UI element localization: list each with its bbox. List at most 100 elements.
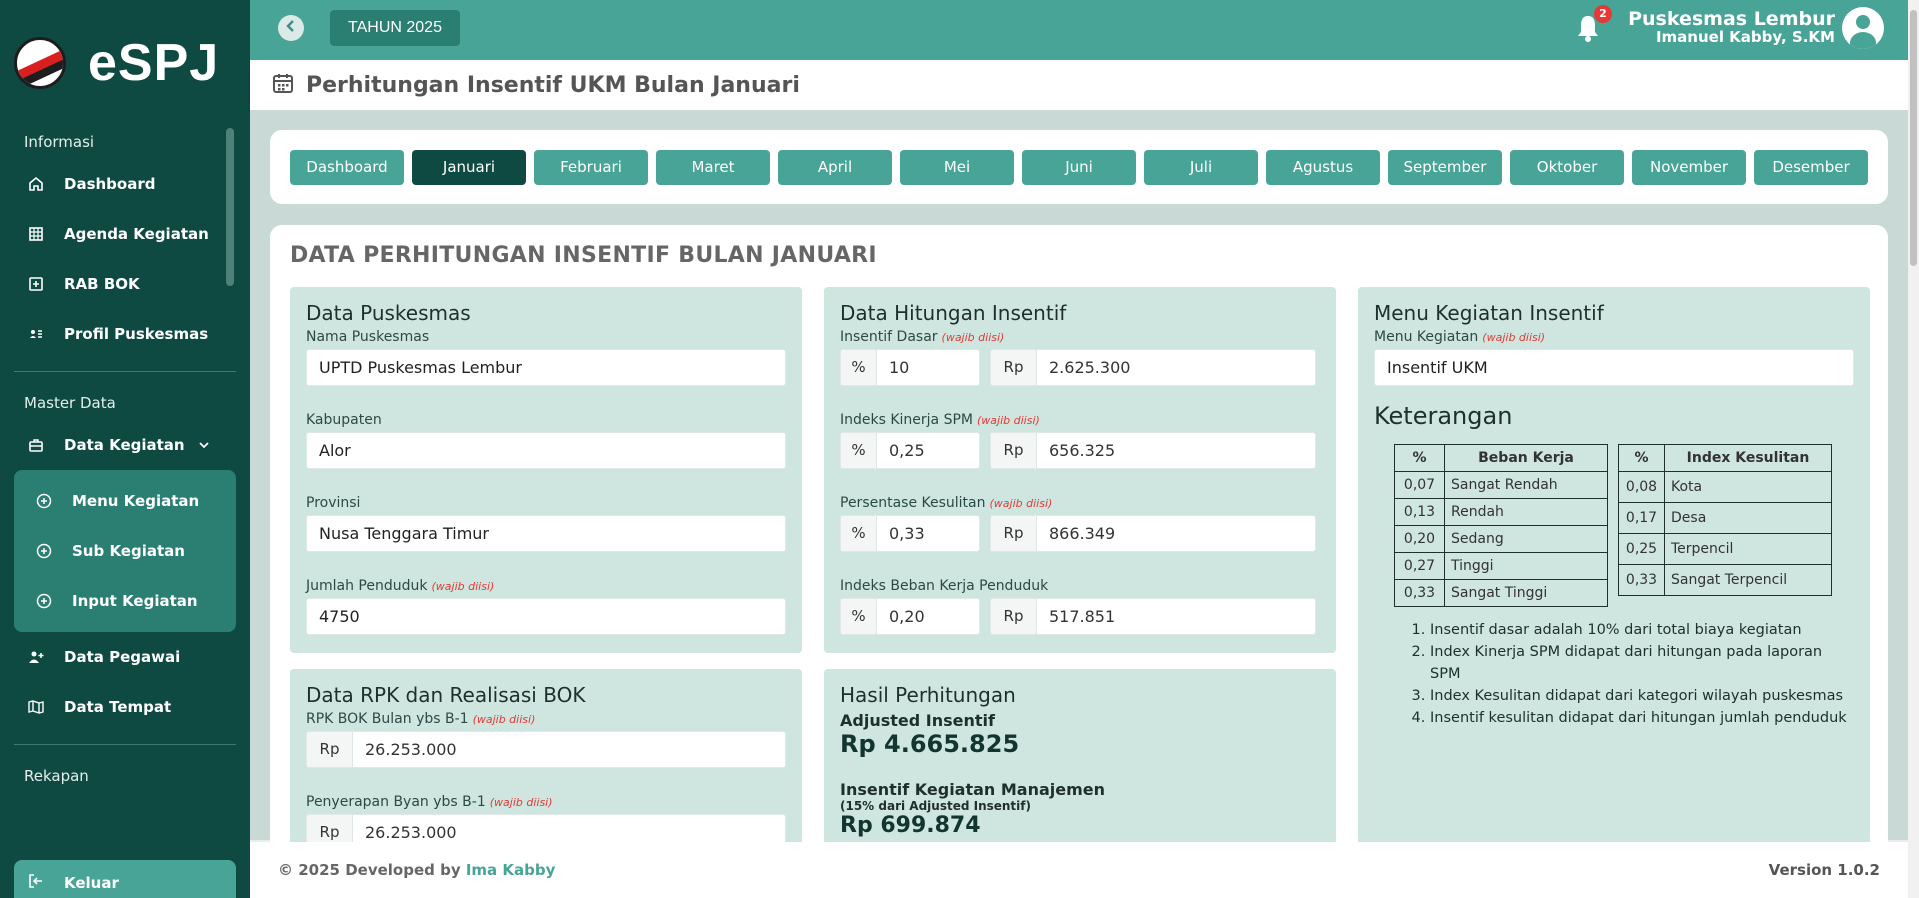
sidebar-item-profil[interactable]: Profil Puskesmas: [0, 309, 250, 359]
sidebar-item-data-pegawai[interactable]: Data Pegawai: [0, 632, 250, 682]
plus-circle-icon: [36, 593, 52, 609]
insentif-dasar-rp-group: Rp 2.625.300: [990, 349, 1316, 386]
month-tabs: Dashboard Januari Februari Maret April M…: [270, 130, 1888, 204]
insentif-manajemen-label: Insentif Kegiatan Manajemen: [840, 780, 1106, 799]
field-label: Indeks Beban Kerja Penduduk: [840, 578, 1049, 594]
field-label-text: Persentase Kesulitan: [840, 495, 986, 511]
tab-maret[interactable]: Maret: [656, 150, 770, 185]
list-item: Insentif kesulitan didapat dari hitungan…: [1430, 707, 1854, 729]
sidebar-item-dashboard[interactable]: Dashboard: [0, 159, 250, 209]
toggle-sidebar-button[interactable]: [278, 15, 304, 41]
table-header: Index Kesulitan: [1664, 444, 1832, 472]
profile-info[interactable]: Puskesmas Lembur Imanuel Kabby, S.KM: [1628, 8, 1835, 46]
beban-kerja-rp-field[interactable]: 517.851: [1036, 598, 1316, 635]
tab-oktober[interactable]: Oktober: [1510, 150, 1624, 185]
kabupaten-field[interactable]: Alor: [306, 432, 786, 469]
grid-icon: [28, 226, 44, 242]
id-card-icon: [28, 326, 44, 342]
scrollbar-thumb[interactable]: [1910, 10, 1917, 266]
table-row: 0,13 Rendah: [1394, 498, 1608, 526]
user-name: Imanuel Kabby, S.KM: [1655, 28, 1835, 46]
field-label: Provinsi: [306, 495, 361, 511]
app-name: eSPJ: [88, 33, 220, 92]
tab-november[interactable]: November: [1632, 150, 1746, 185]
rupiah-addon: Rp: [990, 432, 1036, 469]
tab-september[interactable]: September: [1388, 150, 1502, 185]
keterangan-notes: Insentif dasar adalah 10% dari total bia…: [1430, 619, 1854, 729]
indeks-kinerja-pct-input[interactable]: 0,25: [876, 432, 980, 469]
logout-button[interactable]: Keluar: [14, 860, 236, 898]
table-cell: 0,33: [1618, 564, 1665, 596]
kesulitan-pct-input[interactable]: 0,33: [876, 515, 980, 552]
insentif-dasar-rp-field[interactable]: 2.625.300: [1036, 349, 1316, 386]
table-header: Beban Kerja: [1444, 444, 1608, 472]
tab-mei[interactable]: Mei: [900, 150, 1014, 185]
rpk-bok-input[interactable]: 26.253.000: [352, 731, 786, 768]
panel-menu-kegiatan: Menu Kegiatan Insentif Menu Kegiatan (waj…: [1358, 287, 1870, 867]
table-row: 0,27 Tinggi: [1394, 552, 1608, 580]
tab-agustus[interactable]: Agustus: [1266, 150, 1380, 185]
field-label-text: Indeks Kinerja SPM: [840, 412, 973, 428]
menu-kegiatan-select[interactable]: Insentif UKM: [1374, 349, 1854, 386]
table-row: 0,33 Sangat Terpencil: [1618, 564, 1832, 596]
nama-puskesmas-field[interactable]: UPTD Puskesmas Lembur: [306, 349, 786, 386]
sidebar-scrollbar[interactable]: [226, 128, 234, 286]
calendar-icon: [272, 72, 294, 98]
footer: © 2025 Developed by Ima Kabby Version 1.…: [250, 842, 1908, 898]
required-tag: (wajib diisi): [489, 796, 553, 809]
page-scrollbar[interactable]: [1908, 0, 1919, 898]
author-link[interactable]: Ima Kabby: [466, 861, 556, 879]
sidebar-item-rab-bok[interactable]: RAB BOK: [0, 259, 250, 309]
table-cell: 0,08: [1618, 471, 1665, 503]
tab-januari[interactable]: Januari: [412, 150, 526, 185]
sidebar-divider: [14, 371, 236, 372]
provinsi-field[interactable]: Nusa Tenggara Timur: [306, 515, 786, 552]
percent-addon: %: [840, 349, 876, 386]
user-icon: [1856, 15, 1870, 29]
tab-februari[interactable]: Februari: [534, 150, 648, 185]
table-cell: Sedang: [1444, 525, 1608, 553]
adjusted-insentif-label: Adjusted Insentif: [840, 711, 995, 730]
required-tag: (wajib diisi): [1482, 331, 1546, 344]
table-cell: 0,20: [1394, 525, 1445, 553]
tab-juli[interactable]: Juli: [1144, 150, 1258, 185]
tab-dashboard[interactable]: Dashboard: [290, 150, 404, 185]
chevron-left-icon: [286, 20, 296, 36]
field-label-text: Menu Kegiatan: [1374, 329, 1479, 345]
table-row: 0,33 Sangat Tinggi: [1394, 579, 1608, 607]
calculation-card: DATA PERHITUNGAN INSENTIF BULAN JANUARI …: [270, 225, 1888, 869]
table-cell: Terpencil: [1664, 533, 1832, 565]
panel-hasil-perhitungan: Hasil Perhitungan Adjusted Insentif Rp 4…: [824, 669, 1336, 869]
sidebar-item-agenda[interactable]: Agenda Kegiatan: [0, 209, 250, 259]
insentif-dasar-pct-input[interactable]: 10: [876, 349, 980, 386]
table-cell: 0,33: [1394, 579, 1445, 607]
briefcase-icon: [28, 437, 44, 453]
jumlah-penduduk-field[interactable]: 4750: [306, 598, 786, 635]
insentif-manajemen-value: Rp 699.874: [840, 813, 981, 838]
year-badge[interactable]: TAHUN 2025: [330, 10, 460, 46]
chevron-down-icon: [198, 438, 209, 452]
avatar[interactable]: [1842, 7, 1884, 49]
indeks-kinerja-rp-field[interactable]: 656.325: [1036, 432, 1316, 469]
beban-kerja-pct-input[interactable]: 0,20: [876, 598, 980, 635]
sidebar-item-data-kegiatan[interactable]: Data Kegiatan: [0, 420, 250, 470]
sidebar-item-input-kegiatan[interactable]: Input Kegiatan: [14, 576, 236, 626]
required-tag: (wajib diisi): [989, 497, 1053, 510]
tab-april[interactable]: April: [778, 150, 892, 185]
insentif-dasar-row: % 10 Rp 2.625.300: [840, 349, 1320, 386]
tab-desember[interactable]: Desember: [1754, 150, 1868, 185]
tab-juni[interactable]: Juni: [1022, 150, 1136, 185]
keterangan-title: Keterangan: [1374, 402, 1513, 430]
sidebar-item-menu-kegiatan[interactable]: Menu Kegiatan: [14, 476, 236, 526]
logout-label: Keluar: [64, 874, 119, 892]
rpk-bok-group: Rp 26.253.000: [306, 731, 786, 768]
required-tag: (wajib diisi): [431, 580, 495, 593]
panel-title: Data RPK dan Realisasi BOK: [306, 683, 586, 707]
sidebar-item-sub-kegiatan[interactable]: Sub Kegiatan: [14, 526, 236, 576]
required-tag: (wajib diisi): [977, 414, 1040, 427]
percent-addon: %: [840, 432, 876, 469]
sidebar-item-label: Data Tempat: [64, 698, 172, 716]
brand[interactable]: eSPJ: [0, 0, 250, 125]
kesulitan-rp-field[interactable]: 866.349: [1036, 515, 1316, 552]
sidebar-item-data-tempat[interactable]: Data Tempat: [0, 682, 250, 732]
